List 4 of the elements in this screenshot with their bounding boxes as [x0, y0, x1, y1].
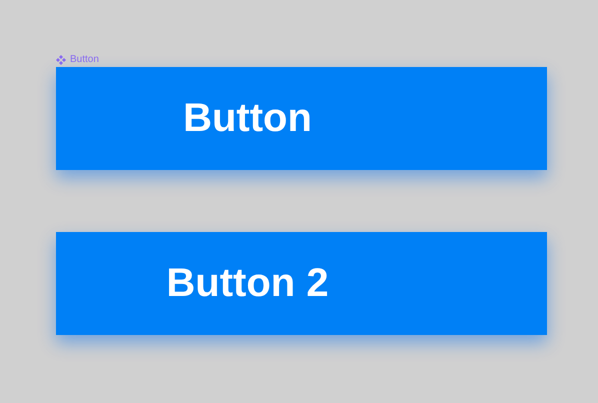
- button[interactable]: Button: [56, 67, 547, 170]
- component-icon: [56, 54, 66, 64]
- button[interactable]: Button 2: [56, 232, 547, 335]
- component-label: Button: [70, 54, 99, 65]
